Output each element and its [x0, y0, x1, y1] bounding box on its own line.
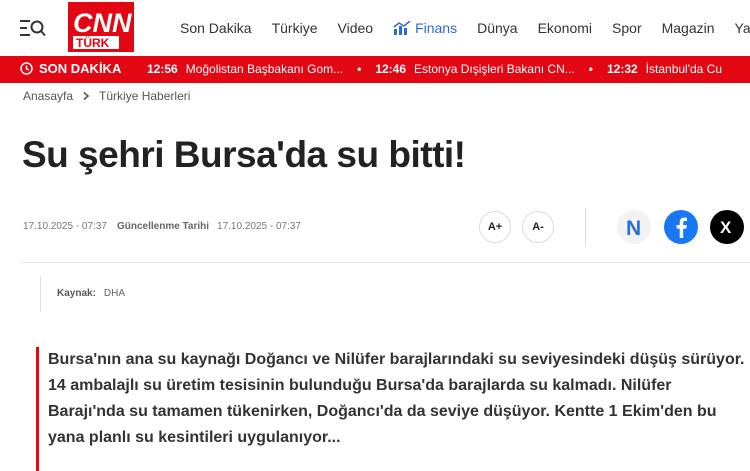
breaking-ticker: 12:56 Moğolistan Başbakanı Gom... • 12:4…: [147, 62, 722, 76]
site-header: CNN TÜRK com Son Dakika Türkiye Video Fi…: [0, 0, 750, 77]
updated-date: 17.10.2025 - 07:37: [217, 221, 301, 232]
ticker-time: 12:46: [375, 62, 407, 76]
nav-item-turkiye[interactable]: Türkiye: [272, 19, 318, 37]
cnn-turk-logo[interactable]: CNN TÜRK com: [68, 2, 134, 77]
svg-text:X: X: [720, 218, 732, 236]
breaking-news-bar: SON DAKİKA 12:56 Moğolistan Başbakanı Go…: [0, 56, 750, 83]
clock-icon: [20, 62, 33, 75]
ticker-text: İstanbul'da Cu: [645, 62, 723, 76]
svg-text:N: N: [626, 217, 641, 238]
published-date: 17.10.2025 - 07:37: [23, 221, 107, 232]
updated-label: Güncellenme Tarihi: [116, 221, 210, 232]
logo-top-text: CNN: [73, 8, 132, 38]
ticker-separator: •: [357, 62, 362, 76]
article-summary: Bursa'nın ana su kaynağı Doğancı ve Nilü…: [36, 347, 750, 471]
breadcrumb-home[interactable]: Anasayfa: [23, 89, 73, 103]
ticker-item[interactable]: 12:32 İstanbul'da Cu: [607, 62, 722, 76]
nav-item-video[interactable]: Video: [338, 19, 374, 37]
chevron-right-icon: [83, 91, 90, 101]
breadcrumb: Anasayfa Türkiye Haberleri: [23, 89, 190, 103]
article-meta: 17.10.2025 - 07:37 Güncellenme Tarihi 17…: [23, 221, 301, 232]
facebook-icon: [676, 217, 687, 238]
font-increase-button[interactable]: A+: [479, 211, 511, 243]
source-value: DHA: [103, 288, 126, 299]
nav-item-finans[interactable]: Finans: [393, 19, 457, 37]
ticker-time: 12:56: [147, 62, 178, 76]
ticker-item[interactable]: 12:56 Moğolistan Başbakanı Gom...: [147, 62, 343, 76]
ticker-separator: •: [588, 62, 593, 76]
nav-item-dunya[interactable]: Dünya: [477, 19, 517, 37]
font-decrease-button[interactable]: A-: [522, 211, 554, 243]
ticker-item[interactable]: 12:46 Estonya Dışişleri Bakanı CN...: [375, 62, 574, 76]
logo-bottom-text: TÜRK: [76, 35, 110, 50]
nav-item-yasam[interactable]: Yaşam: [735, 19, 750, 37]
nav-item-magazin[interactable]: Magazin: [662, 19, 715, 37]
breaking-label-text: SON DAKİKA: [39, 61, 122, 76]
chart-icon: [393, 21, 411, 35]
source-label: Kaynak:: [57, 288, 96, 299]
meta-separator: [22, 262, 750, 263]
nav-item-finans-label: Finans: [415, 20, 458, 36]
article-title: Su şehri Bursa'da su bitti!: [22, 134, 466, 175]
nav-item-son-dakika[interactable]: Son Dakika: [180, 19, 252, 37]
breaking-label[interactable]: SON DAKİKA: [20, 61, 121, 76]
nav-item-ekonomi[interactable]: Ekonomi: [538, 19, 592, 37]
facebook-share-button[interactable]: [664, 210, 698, 244]
nav-item-spor[interactable]: Spor: [612, 19, 642, 37]
ticker-time: 12:32: [606, 62, 638, 76]
ticker-text: Estonya Dışişleri Bakanı CN...: [414, 62, 575, 76]
meta-divider: [585, 208, 586, 246]
x-icon: X: [720, 218, 732, 236]
ticker-text: Moğolistan Başbakanı Gom...: [185, 62, 344, 76]
article-source: Kaynak: DHA: [40, 276, 125, 312]
breadcrumb-section[interactable]: Türkiye Haberleri: [99, 89, 190, 103]
x-share-button[interactable]: X: [710, 210, 744, 244]
news-icon: N: [626, 217, 641, 238]
google-news-button[interactable]: N: [617, 210, 651, 244]
main-nav: Son Dakika Türkiye Video Finans Dünya Ek…: [180, 19, 750, 37]
menu-search-icon[interactable]: [20, 18, 46, 38]
